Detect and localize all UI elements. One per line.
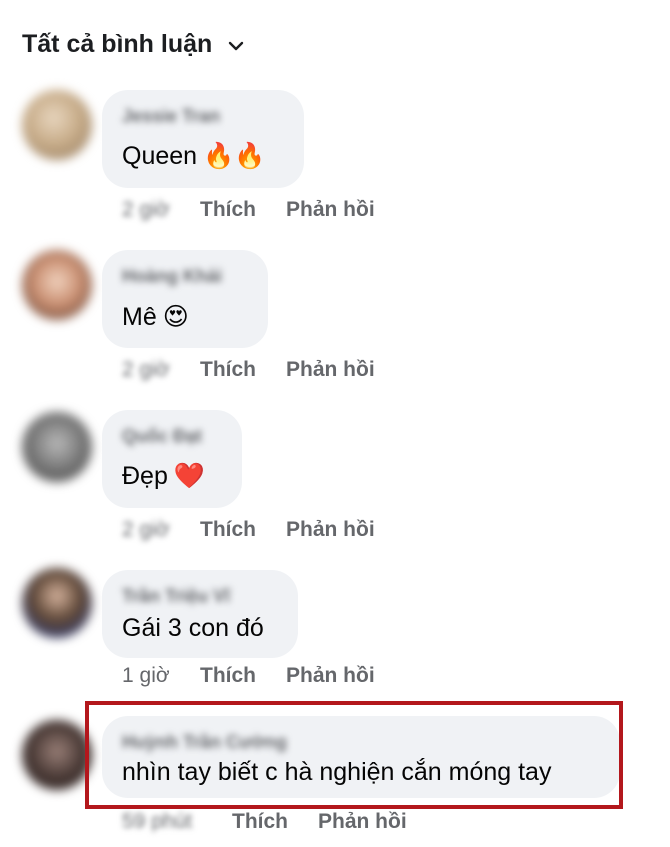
- chevron-down-icon[interactable]: [228, 40, 244, 52]
- comment-text: Đẹp: [122, 462, 168, 490]
- reply-button[interactable]: Phản hồi: [286, 664, 375, 688]
- like-button[interactable]: Thích: [200, 518, 256, 542]
- comment-actions: 2 giờ Thích Phản hồi: [122, 198, 375, 222]
- reply-button[interactable]: Phản hồi: [286, 358, 375, 382]
- comment-bubble: Jessie Tran Queen 🔥🔥: [102, 90, 304, 188]
- comment-bubble: Hoàng Khải Mê 😍: [102, 250, 268, 348]
- reply-button[interactable]: Phản hồi: [286, 198, 375, 222]
- like-button[interactable]: Thích: [200, 664, 256, 688]
- like-button[interactable]: Thích: [200, 198, 256, 222]
- reply-button[interactable]: Phản hồi: [286, 518, 375, 542]
- avatar[interactable]: [22, 568, 92, 638]
- comment-time[interactable]: 2 giờ: [122, 518, 200, 542]
- comment-text-row: Đẹp ❤️: [122, 462, 205, 491]
- comment-actions: 2 giờ Thích Phản hồi: [122, 518, 375, 542]
- comment-bubble: Quốc Đạt Đẹp ❤️: [102, 410, 242, 508]
- comments-filter-header[interactable]: Tất cả bình luận: [22, 30, 244, 59]
- comment-author[interactable]: Quốc Đạt: [122, 426, 202, 447]
- avatar[interactable]: [22, 90, 92, 160]
- comment-text: Gái 3 con đó: [122, 614, 264, 642]
- comment-text: Queen: [122, 142, 198, 170]
- comment-actions: 1 giờ Thích Phản hồi: [122, 664, 375, 688]
- comment-author[interactable]: Hoàng Khải: [122, 266, 222, 287]
- avatar[interactable]: [22, 412, 92, 482]
- comment-time[interactable]: 2 giờ: [122, 198, 200, 222]
- fire-emoji-icon: 🔥🔥: [203, 142, 266, 170]
- avatar[interactable]: [22, 720, 92, 790]
- like-button[interactable]: Thích: [200, 358, 256, 382]
- comment-actions: 2 giờ Thích Phản hồi: [122, 358, 375, 382]
- comments-filter-title: Tất cả bình luận: [22, 30, 213, 58]
- comment-time[interactable]: 2 giờ: [122, 358, 200, 382]
- comment-author[interactable]: Jessie Tran: [122, 106, 220, 127]
- highlight-box: [85, 701, 623, 809]
- red-heart-emoji-icon: ❤️: [173, 462, 206, 490]
- heart-eyes-emoji-icon: 😍: [162, 303, 189, 331]
- comment-text-row: Gái 3 con đó: [122, 614, 264, 643]
- comment-time[interactable]: 1 giờ: [122, 664, 200, 688]
- comment-author[interactable]: Trần Triệu Vĩ: [122, 586, 230, 607]
- comment-bubble: Trần Triệu Vĩ Gái 3 con đó: [102, 570, 298, 658]
- comment-text-row: Queen 🔥🔥: [122, 142, 265, 171]
- bottom-fade: [0, 827, 670, 847]
- comment-text: Mê: [122, 302, 157, 331]
- avatar[interactable]: [22, 250, 92, 320]
- comment-text-row: Mê 😍: [122, 302, 189, 332]
